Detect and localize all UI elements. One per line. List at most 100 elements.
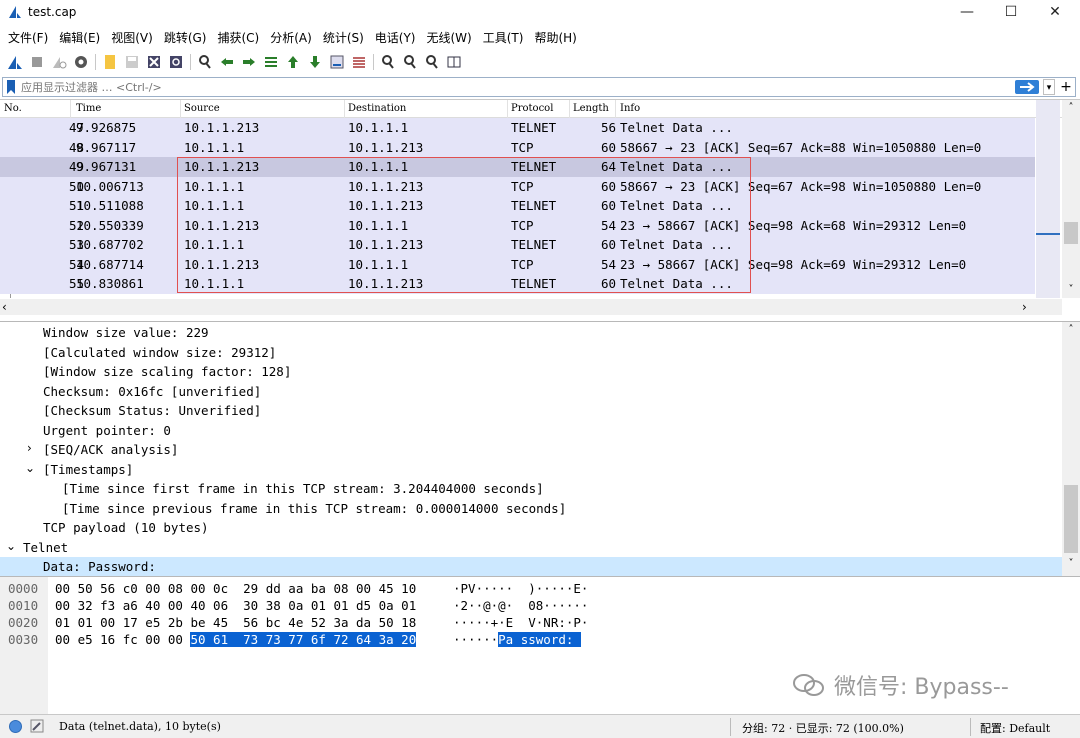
bytes-line[interactable]: 0020 01 01 00 17 e5 2b be 45 56 bc 4e 52 … [0,613,588,630]
scroll-thumb[interactable] [1064,485,1078,553]
capture-status-icon[interactable] [9,720,22,733]
colorize-button[interactable] [348,52,370,72]
edit-comment-icon[interactable] [30,719,44,733]
column-info[interactable]: Info [620,103,640,114]
status-profile[interactable]: 配置: Default [980,720,1050,736]
minimize-button[interactable]: — [944,0,990,26]
zoom-normal-icon [426,55,438,69]
go-forward-button[interactable] [238,52,260,72]
detail-line[interactable]: Checksum: 0x16fc [unverified] [0,382,1062,402]
menu-wireless[interactable]: 无线(W) [425,28,481,48]
menu-view[interactable]: 视图(V) [109,28,162,48]
window-title: test.cap [28,5,77,19]
scroll-thumb[interactable] [1064,222,1078,244]
column-source[interactable]: Source [184,103,220,114]
menu-tools[interactable]: 工具(T) [481,28,533,48]
autoscroll-button[interactable] [326,52,348,72]
table-row[interactable]: 48 9.967117 10.1.1.1 10.1.1.213 TCP 60 58667 →… [0,137,1035,157]
chevron-down-icon[interactable]: ˅ [1062,558,1080,569]
packet-minimap[interactable] [1036,100,1060,298]
menu-file[interactable]: 文件(F) [6,28,57,48]
close-button[interactable]: ✕ [1032,0,1078,26]
find-packet-button[interactable] [194,52,216,72]
column-protocol[interactable]: Protocol [511,103,553,114]
menu-edit[interactable]: 编辑(E) [57,28,109,48]
menu-telephony[interactable]: 电话(Y) [373,28,425,48]
detail-line-expanded[interactable]: ⌄ [Timestamps] [0,460,1062,480]
highlight-annotation-box [177,157,751,293]
column-divider [569,100,570,118]
packet-list-vscrollbar[interactable]: ˄ ˅ [1062,100,1080,298]
stop-capture-button[interactable] [26,52,48,72]
bookmark-icon[interactable] [6,80,16,94]
menu-analyze[interactable]: 分析(A) [268,28,321,48]
go-to-packet-button[interactable] [260,52,282,72]
packet-list-hscrollbar[interactable]: ‹ › [0,299,1062,315]
detail-line[interactable]: [Calculated window size: 29312] [0,343,1062,363]
detail-line[interactable]: [Checksum Status: Unverified] [0,401,1062,421]
column-time[interactable]: Time [76,103,101,114]
reload-file-button[interactable] [165,52,187,72]
open-file-button[interactable] [99,52,121,72]
resize-columns-icon [447,56,461,68]
column-divider [344,100,345,118]
detail-line[interactable]: Window size value: 229 [0,323,1062,343]
maximize-button[interactable]: ☐ [988,0,1034,26]
menu-go[interactable]: 跳转(G) [162,28,216,48]
go-back-button[interactable] [216,52,238,72]
bytes-line[interactable]: 0030 00 e5 16 fc 00 00 50 61 73 73 77 6f… [0,630,581,647]
zoom-normal-button[interactable] [421,52,443,72]
bytes-line[interactable]: 0000 00 50 56 c0 00 08 00 0c 29 dd aa ba … [0,579,588,596]
detail-line[interactable]: Urgent pointer: 0 [0,421,1062,441]
capture-options-button[interactable] [70,52,92,72]
detail-line-expanded[interactable]: ⌄ Telnet [0,538,1062,558]
detail-line[interactable]: [Window size scaling factor: 128] [0,362,1062,382]
first-packet-button[interactable] [282,52,304,72]
menu-help[interactable]: 帮助(H) [532,28,585,48]
apply-filter-button[interactable] [1015,80,1039,94]
restart-capture-button[interactable] [48,52,70,72]
main-toolbar [0,51,1080,73]
column-destination[interactable]: Destination [348,103,406,114]
search-icon [199,55,211,69]
autoscroll-icon [330,55,344,69]
chevron-down-icon[interactable]: ˅ [1062,282,1080,298]
display-filter-input[interactable] [21,79,981,95]
chevron-down-icon[interactable]: ⌄ [6,539,16,553]
zoom-in-button[interactable] [377,52,399,72]
bytes-line[interactable]: 0010 00 32 f3 a6 40 00 40 06 30 38 0a 01 … [0,596,588,613]
packet-list-header: No. Time Source Destination Protocol Len… [0,100,1062,118]
close-file-button[interactable] [143,52,165,72]
detail-line[interactable]: [Time since first frame in this TCP stre… [0,479,1062,499]
chevron-left-icon[interactable]: ‹ [2,299,7,315]
chevron-up-icon[interactable]: ˄ [1062,100,1080,116]
menu-capture[interactable]: 捕获(C) [215,28,268,48]
colorize-icon [353,57,365,68]
detail-line-expandable[interactable]: › [SEQ/ACK analysis] [0,440,1062,460]
chevron-right-icon[interactable]: › [1022,299,1027,315]
column-length[interactable]: Length [573,103,609,114]
details-vscrollbar[interactable]: ˄ ˅ [1062,322,1080,576]
last-packet-button[interactable] [304,52,326,72]
shark-fin-icon [8,56,22,69]
wechat-watermark: 微信号: Bypass-- [792,669,1009,701]
chevron-up-icon[interactable]: ˄ [1062,324,1080,335]
detail-line[interactable]: TCP payload (10 bytes) [0,518,1062,538]
table-row[interactable]: 47 9.926875 10.1.1.213 10.1.1.1 TELNET 56 Teln… [0,118,1035,138]
start-capture-button[interactable] [4,52,26,72]
column-no[interactable]: No. [4,103,22,114]
menu-statistics[interactable]: 统计(S) [321,28,373,48]
gear-icon [75,56,87,68]
filter-history-dropdown[interactable]: ▾ [1043,79,1055,95]
wechat-logo-icon [793,674,824,696]
chevron-right-icon[interactable]: › [27,441,32,455]
chevron-down-icon[interactable]: ⌄ [25,461,35,475]
title-bar: test.cap — ☐ ✕ [0,0,1080,26]
save-file-button[interactable] [121,52,143,72]
resize-columns-button[interactable] [443,52,465,72]
detail-line-selected[interactable]: Data: Password: [0,557,1062,577]
zoom-out-button[interactable] [399,52,421,72]
arrow-right-icon [1020,82,1035,92]
detail-line[interactable]: [Time since previous frame in this TCP s… [0,499,1062,519]
add-filter-button-icon[interactable]: + [1059,78,1073,96]
